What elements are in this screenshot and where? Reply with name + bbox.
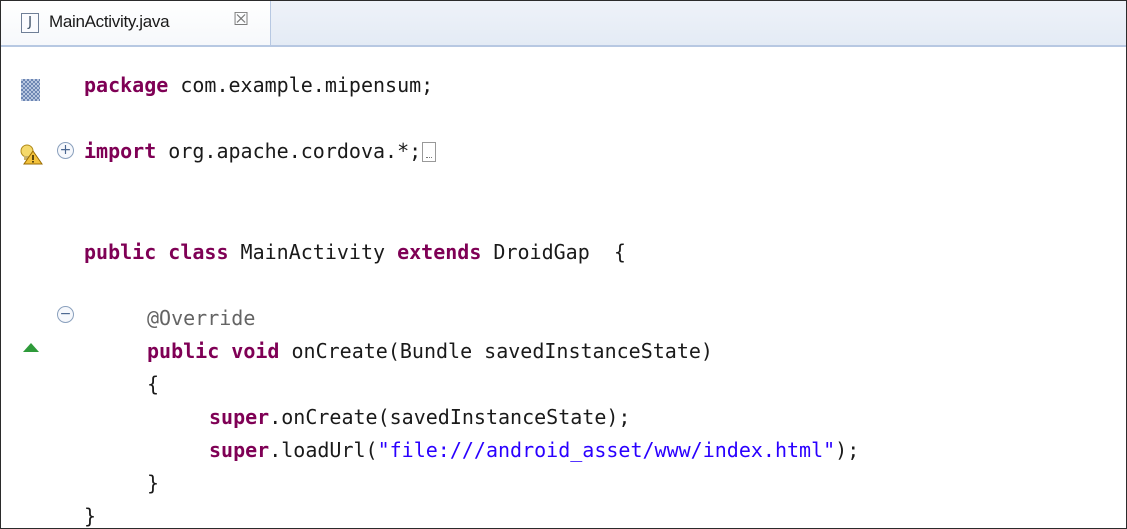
keyword: super	[209, 438, 270, 462]
folded-code-icon[interactable]	[422, 142, 437, 162]
brace: }	[84, 504, 97, 528]
keyword: class	[168, 240, 229, 264]
call: .loadUrl(	[269, 438, 378, 462]
keyword: public	[147, 339, 220, 363]
code-line-package: package com.example.mipensum;	[84, 73, 433, 97]
override-triangle-icon[interactable]	[23, 343, 39, 352]
java-file-icon: J	[21, 13, 39, 33]
brace: {	[147, 372, 160, 396]
call-end: );	[835, 438, 860, 462]
code-line-super-oncreate: super.onCreate(savedInstanceState);	[209, 405, 630, 429]
code-line-class-decl: public class MainActivity extends DroidG…	[84, 240, 626, 264]
close-icon[interactable]: ☒	[233, 9, 249, 30]
method-signature: onCreate(Bundle savedInstanceState)	[279, 339, 713, 363]
annotation: @Override	[147, 306, 256, 330]
brace: }	[147, 471, 160, 495]
editor-tab-bar: J MainActivity.java ☒	[1, 1, 1126, 47]
keyword: package	[84, 73, 169, 97]
code-line-close-method: }	[147, 471, 159, 495]
keyword: super	[209, 405, 270, 429]
package-name: com.example.mipensum;	[168, 73, 434, 97]
tab-main-activity[interactable]: J MainActivity.java ☒	[1, 1, 271, 45]
task-marker-icon[interactable]	[21, 79, 40, 101]
keyword: public	[84, 240, 157, 264]
code-editor[interactable]: + − package com.example.mipensum; import…	[1, 47, 1126, 528]
class-name: MainActivity	[228, 240, 398, 264]
code-line-open-brace: {	[147, 372, 159, 396]
code-line-method-decl: public void onCreate(Bundle savedInstanc…	[147, 339, 713, 363]
parent-class: DroidGap {	[481, 240, 626, 264]
code-line-annotation: @Override	[147, 306, 255, 330]
fold-collapse-icon[interactable]: −	[57, 306, 74, 323]
editor-window: J MainActivity.java ☒ + − package com.ex…	[0, 0, 1127, 529]
code-line-close-class: }	[84, 504, 96, 528]
import-name: org.apache.cordova.*;	[156, 139, 422, 163]
warning-lightbulb-icon[interactable]	[19, 143, 43, 165]
code-line-super-loadurl: super.loadUrl("file:///android_asset/www…	[209, 438, 859, 462]
fold-expand-icon[interactable]: +	[57, 142, 74, 159]
code-line-import: import org.apache.cordova.*;	[84, 139, 437, 163]
string-literal: "file:///android_asset/www/index.html"	[377, 438, 836, 462]
keyword: import	[84, 139, 157, 163]
tab-title: MainActivity.java	[49, 12, 170, 31]
call: .onCreate(savedInstanceState);	[269, 405, 631, 429]
keyword: void	[231, 339, 280, 363]
keyword: extends	[397, 240, 482, 264]
